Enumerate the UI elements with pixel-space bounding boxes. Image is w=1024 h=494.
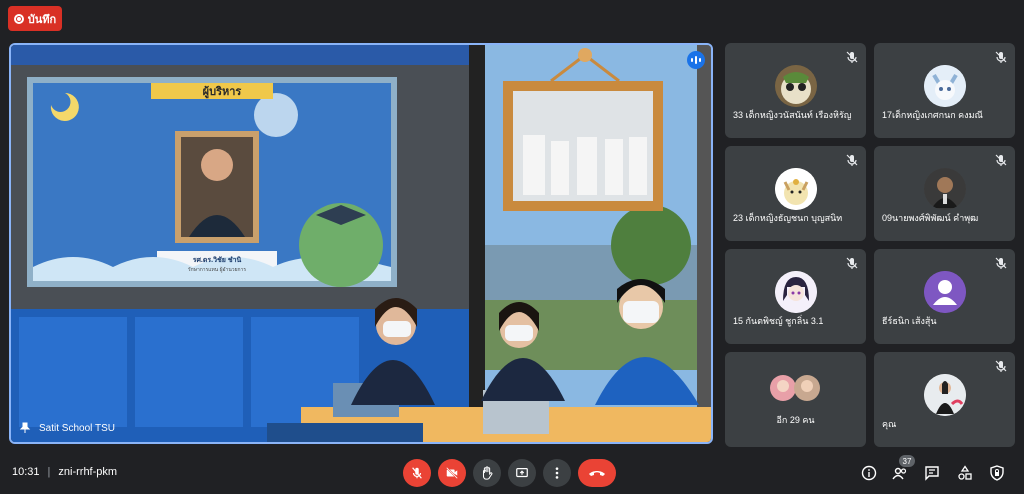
host-controls-button[interactable] — [987, 463, 1007, 483]
anime-girl-avatar — [774, 271, 817, 313]
participant-name: 15 กันตพิชญ์ ชูกลิ่น 3.1 — [733, 316, 824, 326]
participant-tile[interactable]: 15 กันตพิชญ์ ชูกลิ่น 3.1 — [725, 249, 866, 344]
participant-name: 23 เด็กหญิงธัญชนก บุญสนิท — [733, 213, 843, 223]
chat-button[interactable] — [922, 463, 942, 483]
camera-off-icon — [446, 467, 458, 479]
record-indicator[interactable]: บันทึก — [8, 6, 62, 31]
meeting-code: zni-rrhf-pkm — [58, 466, 118, 478]
record-icon — [13, 13, 24, 24]
meeting-details-button[interactable] — [859, 463, 879, 483]
mic-off-icon — [412, 467, 422, 479]
mic-off-icon — [995, 154, 1007, 166]
person-photo-avatar — [923, 168, 966, 210]
record-label: บันทึก — [27, 13, 57, 26]
self-photo-avatar — [923, 374, 966, 416]
mic-off-icon — [995, 257, 1007, 269]
more-vert-icon — [555, 467, 559, 479]
meeting-info: 10:31 | zni-rrhf-pkm — [12, 466, 118, 478]
hand-icon — [482, 466, 493, 480]
leave-call-button[interactable] — [578, 459, 616, 487]
main-video-tile[interactable]: ผู้บริหาร รศ.ดร.วิชัย ชำนิ รักษาการแทน ผ… — [9, 43, 713, 444]
presenter-name-label: Satit School TSU — [39, 422, 115, 434]
mic-off-icon — [846, 51, 858, 63]
more-participants-label: อีก 29 คน — [776, 415, 815, 425]
mic-off-icon — [846, 257, 858, 269]
stage-video-frame — [11, 45, 711, 442]
participant-tile[interactable]: 33 เด็กหญิงวนัสนันท์ เรืองหิรัญ — [725, 43, 866, 138]
clock-time: 10:31 — [12, 466, 40, 478]
eevee-avatar-icon — [923, 65, 966, 107]
owl-avatar-icon — [774, 65, 817, 107]
pin-icon[interactable] — [19, 422, 31, 434]
self-tile[interactable]: คุณ — [874, 352, 1015, 447]
bottom-toolbar: 10:31 | zni-rrhf-pkm 37 — [0, 452, 1024, 494]
speaking-indicator-icon — [687, 51, 705, 69]
participant-count-badge: 37 — [899, 455, 915, 467]
participant-tile[interactable]: ธีร์ธนิก เส้งสุ้น — [874, 249, 1015, 344]
people-icon — [892, 467, 907, 480]
mic-toggle-button[interactable] — [403, 459, 431, 487]
present-icon — [516, 468, 528, 478]
more-options-button[interactable] — [543, 459, 571, 487]
activities-icon — [958, 465, 972, 480]
mic-off-icon — [995, 360, 1007, 372]
mic-off-icon — [995, 51, 1007, 63]
mic-off-icon — [846, 154, 858, 166]
main-video-name: Satit School TSU — [19, 422, 115, 434]
participant-tile[interactable]: 17เด็กหญิงเกศกนก คงมณี — [874, 43, 1015, 138]
meowth-avatar-icon — [774, 168, 817, 210]
more-participants-tile[interactable]: อีก 29 คน — [725, 352, 866, 447]
slide-header-text: ผู้บริหาร — [202, 86, 242, 98]
group-avatars — [769, 374, 825, 402]
participant-name: คุณ — [882, 419, 897, 429]
call-end-icon — [589, 471, 605, 476]
activities-button[interactable] — [955, 463, 975, 483]
slide-caption-role: รักษาการแทน ผู้อำนวยการ — [187, 266, 247, 273]
present-screen-button[interactable] — [508, 459, 536, 487]
participant-name: 33 เด็กหญิงวนัสนันท์ เรืองหิรัญ — [733, 110, 852, 120]
raise-hand-button[interactable] — [473, 459, 501, 487]
camera-toggle-button[interactable] — [438, 459, 466, 487]
slide-caption-name: รศ.ดร.วิชัย ชำนิ — [192, 256, 242, 264]
default-person-avatar-icon — [923, 271, 966, 313]
participant-name: 09นายพงศ์พิพัฒน์ คำพุฒ — [882, 213, 979, 223]
participant-tile[interactable]: 09นายพงศ์พิพัฒน์ คำพุฒ — [874, 146, 1015, 241]
shield-lock-icon — [990, 465, 1004, 481]
participant-name: ธีร์ธนิก เส้งสุ้น — [882, 316, 937, 326]
info-icon — [861, 465, 877, 481]
chat-icon — [925, 466, 939, 481]
participant-name: 17เด็กหญิงเกศกนก คงมณี — [882, 110, 983, 120]
participant-tile[interactable]: 23 เด็กหญิงธัญชนก บุญสนิท — [725, 146, 866, 241]
